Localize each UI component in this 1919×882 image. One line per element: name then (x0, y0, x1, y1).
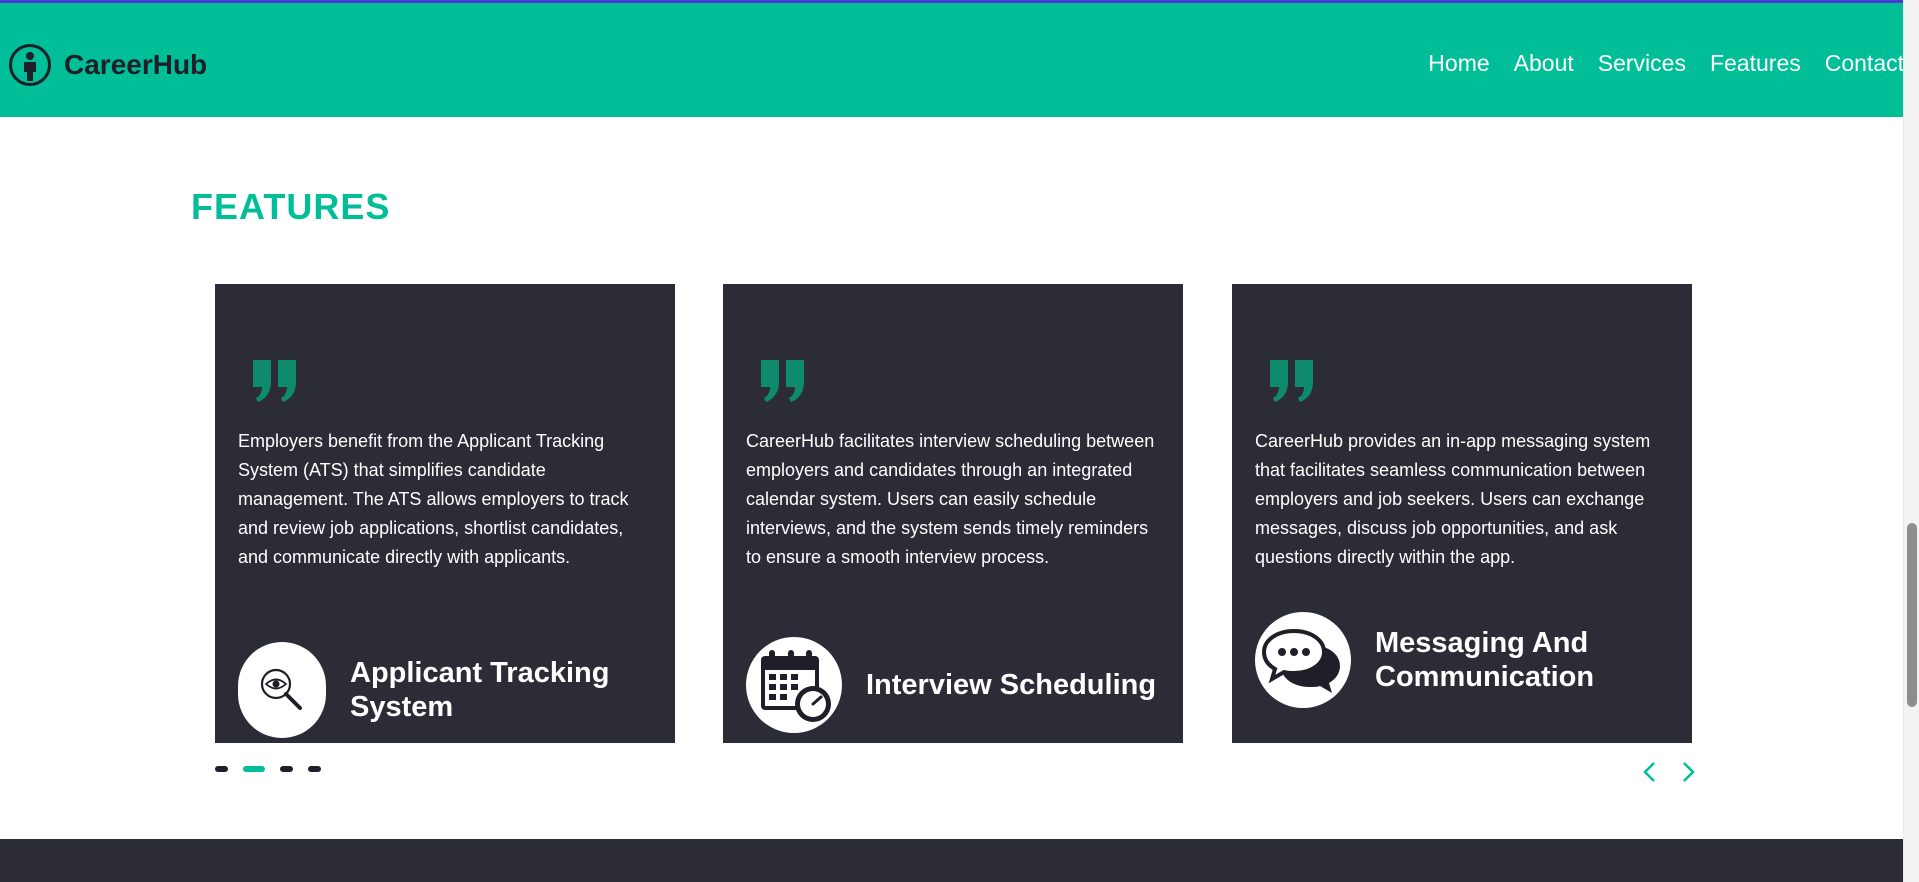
feature-title: Applicant Tracking System (350, 657, 610, 723)
features-section-title: FEATURES (191, 186, 391, 227)
chevron-right-icon[interactable] (1674, 758, 1702, 786)
carousel-dot-1[interactable] (215, 766, 228, 772)
brand-logo-link[interactable]: CareerHub (8, 41, 207, 89)
feature-title: Messaging And Communication (1375, 627, 1595, 693)
nav-home[interactable]: Home (1428, 50, 1489, 77)
feature-footer: Interview Scheduling (746, 637, 1166, 733)
carousel-arrows (1636, 758, 1712, 786)
carousel-dot-4[interactable] (308, 766, 321, 772)
chat-bubbles-icon (1255, 612, 1351, 708)
features-carousel: Employers benefit from the Applicant Tra… (215, 284, 1693, 743)
carousel-dots (215, 766, 336, 772)
main-nav: Home About Services Features Contact (1404, 43, 1904, 83)
nav-features[interactable]: Features (1710, 50, 1801, 77)
nav-services[interactable]: Services (1598, 50, 1686, 77)
carousel-dot-2[interactable] (243, 766, 265, 772)
feature-title: Interview Scheduling (866, 669, 1157, 701)
quote-icon (1268, 358, 1316, 404)
footer-band (0, 839, 1904, 882)
feature-footer: Messaging And Communication (1255, 612, 1675, 708)
nav-about[interactable]: About (1514, 50, 1574, 77)
nav-contact[interactable]: Contact (1825, 50, 1904, 77)
calendar-clock-icon (746, 637, 842, 733)
feature-description: CareerHub provides an in-app messaging s… (1255, 431, 1651, 567)
magnifier-eye-icon (238, 642, 326, 738)
feature-card-ats: Employers benefit from the Applicant Tra… (215, 284, 675, 743)
feature-card-messaging: CareerHub provides an in-app messaging s… (1232, 284, 1692, 743)
navbar: CareerHub Home About Services Features C… (0, 3, 1904, 117)
carousel-dot-3[interactable] (280, 766, 293, 772)
chevron-left-icon[interactable] (1636, 758, 1664, 786)
brand-name: CareerHub (64, 49, 208, 80)
feature-card-interview: CareerHub facilitates interview scheduli… (723, 284, 1183, 743)
quote-icon (251, 358, 299, 404)
feature-description: CareerHub facilitates interview scheduli… (746, 431, 1155, 567)
quote-icon (759, 358, 807, 404)
feature-description: Employers benefit from the Applicant Tra… (238, 431, 629, 567)
page-scrollbar[interactable] (1903, 0, 1919, 882)
person-circle-icon (8, 43, 52, 87)
scrollbar-thumb[interactable] (1907, 523, 1917, 707)
feature-footer: Applicant Tracking System (238, 642, 650, 738)
